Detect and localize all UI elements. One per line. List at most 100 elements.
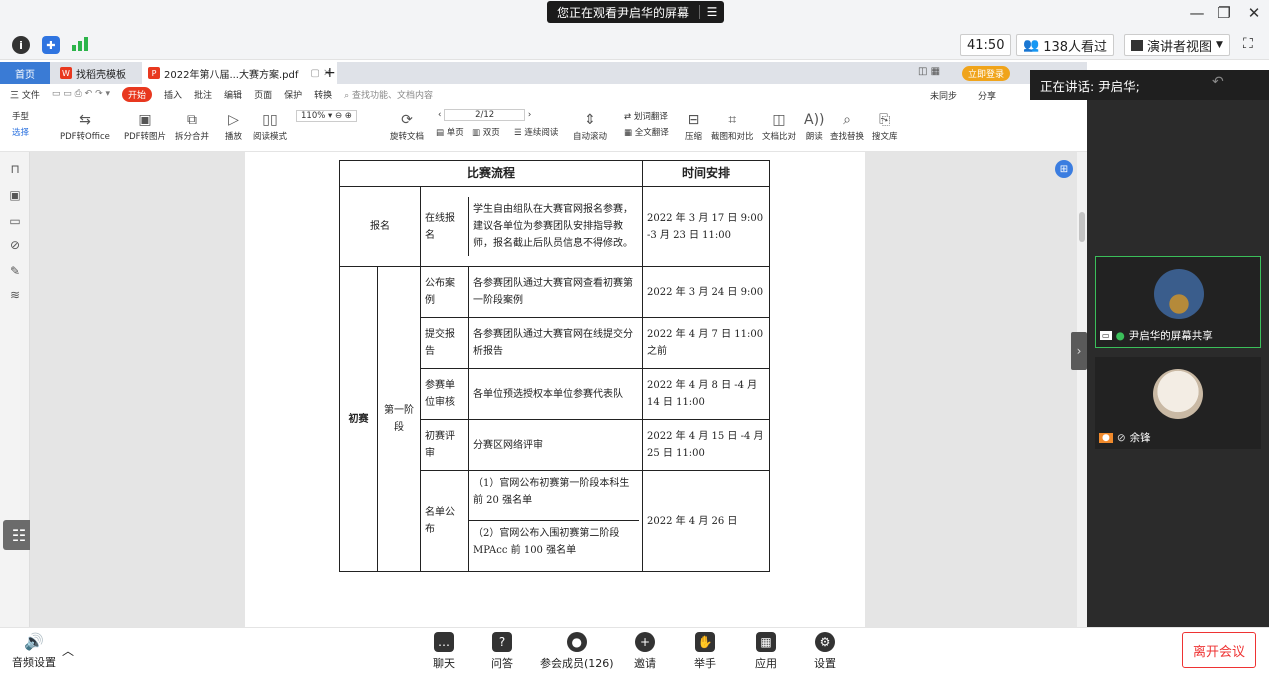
tab-template[interactable]: W 找稻壳模板	[54, 62, 132, 84]
step-desc: 各参赛团队通过大赛官网在线提交分析报告	[473, 329, 633, 357]
wps-menu-bar: 三 文件 ▭ ▭ ⎙ ↶ ↷ ▾ 开始 插入 批注 编辑 页面 保护 转换 ⌕ …	[0, 84, 1087, 104]
play-button[interactable]: ▷ 播放	[225, 112, 242, 142]
info-icon[interactable]: i	[12, 36, 30, 54]
screenshot-compare-button[interactable]: ⌗ 截图和对比	[711, 112, 754, 142]
comment-icon[interactable]: ▭	[8, 214, 22, 228]
attachment-icon[interactable]: ⊘	[8, 238, 22, 252]
menu-annotate[interactable]: 批注	[194, 88, 212, 101]
menu-start[interactable]: 开始	[122, 86, 153, 102]
round-label: 初赛	[339, 266, 378, 572]
play-icon: ▷	[228, 112, 239, 128]
book-icon: ▯▯	[262, 112, 278, 128]
audio-settings-button[interactable]: 🔊 音频设置	[12, 632, 56, 670]
layers-icon[interactable]: ≋	[8, 288, 22, 302]
add-person-icon: +	[635, 632, 655, 652]
menu-convert[interactable]: 转换	[314, 88, 332, 101]
menu-page[interactable]: 页面	[254, 88, 272, 101]
page-navigator[interactable]: ‹ 2/12 ›	[438, 109, 531, 121]
signal-icon[interactable]	[72, 37, 90, 51]
thumbnail-icon[interactable]: ▣	[8, 188, 22, 202]
bookmark-icon[interactable]: ⊓	[8, 162, 22, 176]
scrollbar-thumb[interactable]	[1079, 212, 1085, 242]
continuous-read-button[interactable]: ☰ 连续阅读	[514, 126, 558, 138]
label: 聊天	[433, 657, 455, 670]
participant-label: ● ⊘ 余锋	[1099, 430, 1151, 445]
label: 设置	[814, 657, 836, 670]
announce-desc-1: （1）官网公布初赛第一阶段本科生前 20 强名单	[469, 471, 639, 521]
share-button[interactable]: 分享	[978, 89, 996, 102]
viewers-count[interactable]: 👥 138人看过	[1016, 34, 1115, 56]
menu-file[interactable]: 三 文件	[10, 88, 40, 101]
reply-icon[interactable]: ↶	[1212, 74, 1224, 90]
participant-name: 余锋	[1129, 432, 1151, 444]
split-merge-button[interactable]: ⧉ 拆分合并	[175, 112, 209, 142]
tab-pdf[interactable]: P 2022年第八届...大赛方案.pdf ▢ ✕	[142, 62, 338, 84]
minimize-button[interactable]: —	[1186, 4, 1208, 22]
menu-icon[interactable]: ☰	[700, 5, 724, 19]
fullscreen-icon[interactable]: ⛶	[1243, 36, 1253, 52]
zoom-select[interactable]: 110% ▾ ⊖ ⊕	[296, 110, 357, 122]
search-icon: ⌕	[843, 112, 851, 128]
rotate-button[interactable]: ⟳ 旋转文档	[390, 112, 424, 142]
chat-button[interactable]: … 聊天	[433, 632, 455, 671]
read-mode-button[interactable]: ▯▯ 阅读模式	[253, 112, 287, 142]
image-icon: ▣	[138, 112, 152, 128]
word-translate-button[interactable]: ⇄ 划词翻译	[624, 110, 668, 122]
participants-button[interactable]: ● 参会成员(126)	[540, 632, 614, 671]
window-layout-icon[interactable]: ◫ ▦	[918, 66, 940, 77]
compress-button[interactable]: ⊟ 压缩	[685, 112, 702, 142]
read-aloud-button[interactable]: A)) 朗读	[804, 112, 825, 142]
select-tool[interactable]: 选择	[12, 126, 29, 138]
search-field[interactable]: ⌕ 查找功能、文档内容	[344, 88, 433, 101]
tab-label: 找稻壳模板	[76, 69, 126, 81]
assistant-icon[interactable]: ⊞	[1055, 160, 1073, 178]
avatar	[1153, 369, 1203, 419]
pdf-to-image-button[interactable]: ▣ PDF转图片	[124, 112, 166, 142]
chevron-up-icon[interactable]: ︿	[62, 642, 74, 659]
quick-toolbar-icons[interactable]: ▭ ▭ ⎙ ↶ ↷ ▾	[52, 89, 110, 99]
label: 朗读	[805, 132, 823, 142]
participant-name: 尹启华的屏幕共享	[1128, 330, 1213, 342]
zoom-value: 110%	[301, 111, 326, 121]
restore-button[interactable]: ❐	[1213, 4, 1235, 22]
menu-edit[interactable]: 编辑	[224, 88, 242, 101]
raise-hand-button[interactable]: ✋ 举手	[694, 632, 716, 671]
full-translate-button[interactable]: ▦ 全文翻译	[624, 126, 669, 138]
qa-button[interactable]: ? 问答	[491, 632, 513, 671]
hand-icon: ✋	[695, 632, 715, 652]
label: 搜文库	[872, 132, 898, 142]
pdf-to-office-button[interactable]: ⇆ PDF转Office	[60, 112, 110, 142]
chevron-right-icon[interactable]: ›	[1071, 332, 1087, 370]
invite-button[interactable]: + 邀请	[634, 632, 656, 671]
apps-button[interactable]: ▦ 应用	[755, 632, 777, 671]
menu-protect[interactable]: 保护	[284, 88, 302, 101]
watching-indicator: 您正在观看尹启华的屏幕 ☰	[547, 1, 725, 23]
single-page-button[interactable]: ▤ 单页	[436, 126, 464, 138]
close-button[interactable]: ✕	[1243, 4, 1265, 22]
login-button[interactable]: 立即登录	[962, 66, 1011, 81]
hand-tool[interactable]: 手型	[12, 110, 29, 122]
leave-meeting-button[interactable]: 离开会议	[1182, 632, 1256, 668]
double-page-button[interactable]: ▥ 双页	[472, 126, 500, 138]
page-number-input[interactable]: 2/12	[444, 109, 526, 121]
pdf-icon: P	[148, 67, 160, 79]
video-tile-share[interactable]: ▭ ● 尹启华的屏幕共享	[1095, 256, 1261, 348]
menu-insert[interactable]: 插入	[164, 88, 182, 101]
label: 截图和对比	[711, 132, 754, 142]
find-replace-button[interactable]: ⌕ 查找替换	[830, 112, 864, 142]
signature-icon[interactable]: ✎	[8, 264, 22, 278]
shared-screen: 首页 W 找稻壳模板 P 2022年第八届...大赛方案.pdf ▢ ✕ + ◫…	[0, 62, 1087, 627]
settings-button[interactable]: ⚙ 设置	[814, 632, 836, 671]
sync-status[interactable]: 未同步	[930, 89, 957, 102]
tab-home[interactable]: 首页	[0, 62, 50, 84]
auto-scroll-button[interactable]: ⇕ 自动滚动	[573, 112, 607, 142]
view-mode-select[interactable]: 演讲者视图 ▼	[1124, 34, 1230, 56]
doc-compare-button[interactable]: ◫ 文档比对	[762, 112, 796, 142]
search-library-button[interactable]: ⎘ 搜文库	[872, 112, 898, 142]
label: PDF转图片	[124, 132, 167, 142]
new-tab-button[interactable]: +	[318, 62, 342, 84]
rotate-icon: ⟳	[401, 112, 413, 128]
video-tile-participant[interactable]: ● ⊘ 余锋	[1095, 357, 1261, 449]
step-name: 名单公布	[421, 471, 469, 571]
shield-icon[interactable]: ✚	[42, 36, 60, 54]
